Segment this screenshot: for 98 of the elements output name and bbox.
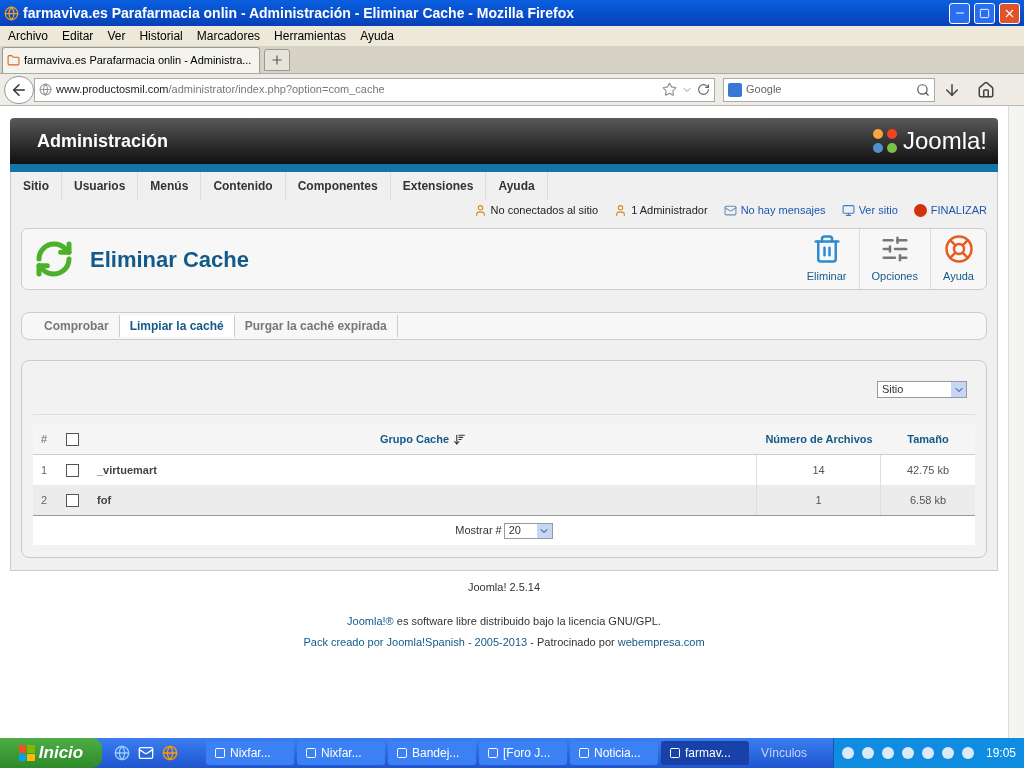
status-link[interactable]: Ver sitio (858, 201, 898, 219)
admin-menu-item[interactable]: Contenido (201, 172, 286, 200)
user-icon (614, 203, 628, 217)
user-icon (473, 203, 487, 217)
admin-menu-item[interactable]: Sitio (11, 172, 62, 200)
home-icon[interactable] (977, 80, 995, 99)
window-icon (305, 747, 317, 759)
subtab[interactable]: Purgar la caché expirada (234, 315, 398, 337)
window-icon (487, 747, 499, 759)
close-button[interactable] (999, 2, 1020, 24)
taskbar-button[interactable]: [Foro J... (479, 741, 567, 765)
address-field[interactable]: www.productosmil.com/administrator/index.php?option=com_cache (34, 77, 715, 102)
menu-item[interactable]: Ayuda (360, 27, 394, 45)
subtab[interactable]: Limpiar la caché (119, 315, 235, 337)
toolbar-button[interactable]: Ayuda (930, 229, 986, 289)
mail-icon[interactable] (138, 745, 154, 761)
maximize-button[interactable] (974, 2, 995, 24)
window-icon (578, 747, 590, 759)
window-icon (396, 747, 408, 759)
globe-icon (39, 83, 52, 96)
admin-menu-item[interactable]: Componentes (285, 172, 391, 200)
menu-item[interactable]: Historial (139, 27, 183, 45)
admin-menu-item[interactable]: Ayuda (486, 172, 548, 200)
back-button[interactable] (4, 75, 34, 104)
window-icon (669, 747, 681, 759)
admin-menu-item[interactable]: Menús (138, 172, 202, 200)
admin-title: Administración (37, 129, 169, 153)
license-text: Joomla!® es software libre distribuido bajo la licencia GNU/GPL. (347, 613, 661, 629)
monitor-icon (841, 203, 855, 217)
table-cell-text: 1 (39, 462, 49, 478)
checkbox[interactable] (65, 433, 79, 446)
admin-menu-item[interactable]: Usuarios (62, 172, 139, 200)
start-button[interactable]: Inicio (0, 738, 102, 768)
checkbox[interactable] (65, 493, 79, 507)
filter-select[interactable]: Sitio (877, 381, 967, 398)
status-link[interactable]: No hay mensajes (740, 201, 826, 219)
search-input[interactable]: Google (746, 81, 912, 98)
browser-icon (4, 5, 19, 21)
plus-icon (270, 53, 284, 67)
window-title: farmaviva.es Parafarmacia onlin - Administración - Eliminar Cache - Mozilla Firefox (23, 3, 576, 23)
version-text: Joomla! 2.5.14 (467, 580, 541, 595)
search-icon[interactable] (916, 82, 930, 97)
maximize-icon (979, 7, 990, 19)
limit-select[interactable]: 20 (503, 522, 553, 539)
pagination-label: Mostrar # (455, 523, 502, 539)
menu-item[interactable]: Archivo (8, 27, 48, 45)
subtab[interactable]: Comprobar (34, 315, 120, 337)
new-tab-button[interactable] (264, 49, 290, 71)
window-icon (214, 747, 226, 759)
taskbar-button[interactable]: Noticia... (570, 741, 658, 765)
reload-icon[interactable] (697, 83, 710, 96)
windows-logo-icon (18, 745, 35, 761)
tray-icon[interactable] (861, 747, 874, 759)
taskbar-button[interactable]: farmav... (661, 741, 749, 765)
clock: 19:05 (985, 745, 1016, 762)
browser-icon[interactable] (162, 745, 178, 761)
column-header[interactable]: Número de Archivos (757, 425, 881, 454)
menu-item[interactable]: Herramientas (274, 27, 347, 45)
menu-item[interactable]: Marcadores (196, 27, 261, 45)
refresh-icon (34, 239, 74, 279)
search-field[interactable]: Google (723, 77, 935, 102)
page-title: Eliminar Cache (90, 245, 250, 274)
column-header[interactable]: Grupo Cache (379, 431, 450, 448)
tray-icon[interactable] (941, 747, 954, 759)
column-header: # (39, 432, 49, 448)
tray-icon[interactable] (881, 747, 894, 759)
lifebuoy-icon (943, 233, 974, 264)
taskbar-button[interactable]: Bandej... (388, 741, 476, 765)
column-header[interactable]: Tamaño (881, 425, 975, 454)
bookmark-star-icon[interactable] (662, 82, 677, 97)
tray-icon[interactable] (901, 747, 914, 759)
site-icon (7, 54, 20, 67)
minimize-button[interactable] (949, 2, 970, 24)
status-link[interactable]: FINALIZAR (930, 201, 987, 219)
toolbar-button[interactable]: Opciones (858, 229, 930, 289)
logo-icon (870, 127, 899, 155)
browser-tab[interactable]: farmaviva.es Parafarmacia onlin - Administra... (2, 47, 260, 73)
sort-icon (453, 433, 467, 446)
admin-menu-item[interactable]: Extensiones (390, 172, 487, 200)
table-cell-text: 2 (39, 492, 49, 508)
tray-icon[interactable] (841, 747, 854, 759)
browser-icon[interactable] (114, 745, 130, 761)
tray-icon[interactable] (921, 747, 934, 759)
taskbar-button[interactable]: Nixfar... (297, 741, 385, 765)
tray-icon[interactable] (961, 747, 974, 759)
menu-item[interactable]: Editar (62, 27, 94, 45)
toolbar-button[interactable]: Eliminar (794, 229, 859, 289)
menu-item[interactable]: Ver (107, 27, 126, 45)
status-text: No conectados al sitio (490, 202, 599, 218)
credits-text: Pack creado por Joomla!Spanish - 2005-2013 - Patrocinado por webempresa.com (303, 635, 705, 650)
mail-icon (723, 203, 737, 217)
scrollbar[interactable] (1008, 106, 1024, 738)
checkbox[interactable] (65, 463, 79, 477)
table-cell-text: 6.58 kb (908, 492, 948, 508)
logo-text: Joomla! (902, 126, 987, 156)
table-cell-text: 42.75 kb (905, 462, 951, 478)
status-text: 1 Administrador (631, 202, 708, 218)
taskbar-button[interactable]: Nixfar... (206, 741, 294, 765)
